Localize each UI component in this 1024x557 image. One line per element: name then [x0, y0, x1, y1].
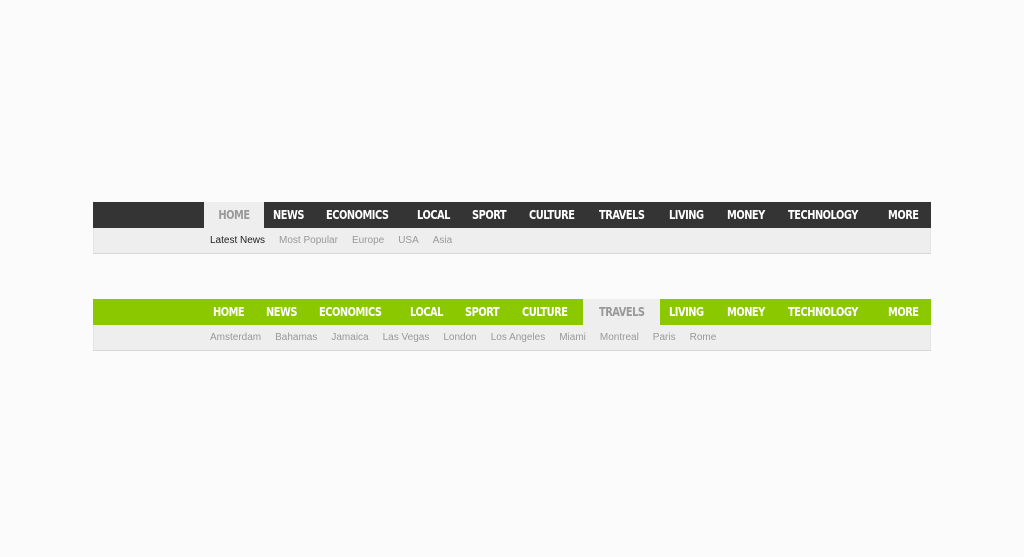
subnav-link[interactable]: Bahamas [275, 332, 317, 343]
tab-label: LIVING [669, 305, 705, 319]
tab-more[interactable]: MORE [879, 299, 928, 325]
subnav-link[interactable]: Asia [433, 235, 452, 246]
tab-label: MONEY [726, 208, 765, 222]
tab-living[interactable]: LIVING [660, 202, 713, 228]
tab-sport[interactable]: SPORT [463, 202, 515, 228]
tab-label: MORE [887, 305, 919, 319]
tab-label: TRAVELS [598, 305, 645, 319]
tab-label: TECHNOLOGY [787, 208, 858, 222]
tab-label: TECHNOLOGY [787, 305, 858, 319]
tab-label: LOCAL [416, 208, 450, 222]
tab-label: SPORT [472, 208, 507, 222]
tab-economics[interactable]: ECONOMICS [317, 202, 397, 228]
subnav-link[interactable]: Montreal [600, 332, 639, 343]
tab-label: ECONOMICS [318, 305, 382, 319]
tab-sport[interactable]: SPORT [456, 299, 508, 325]
subnav-link[interactable]: Los Angeles [491, 332, 546, 343]
subnav-link[interactable]: Miami [559, 332, 586, 343]
tab-label: CULTURE [521, 305, 568, 319]
tab-label: SPORT [465, 305, 500, 319]
subnav-link[interactable]: London [443, 332, 476, 343]
subnav-link[interactable]: USA [398, 235, 419, 246]
tab-travels[interactable]: TRAVELS [582, 299, 661, 325]
subnav-link[interactable]: Most Popular [279, 235, 338, 246]
tab-news[interactable]: NEWS [257, 299, 306, 325]
tab-news[interactable]: NEWS [264, 202, 313, 228]
subnav-link[interactable]: Las Vegas [383, 332, 430, 343]
main-nav-bar: HOME NEWS ECONOMICS LOCAL SPORT CULTURE TRAVEL… [93, 202, 931, 228]
main-nav-bar: HOME NEWS ECONOMICS LOCAL SPORT CULTURE TRAVEL… [93, 299, 931, 325]
tab-label: NEWS [273, 208, 304, 222]
tab-money[interactable]: MONEY [718, 299, 774, 325]
tab-money[interactable]: MONEY [718, 202, 774, 228]
tab-more[interactable]: MORE [879, 202, 928, 228]
tab-label: LOCAL [409, 305, 443, 319]
tab-technology[interactable]: TECHNOLOGY [779, 202, 867, 228]
subnav-link[interactable]: Rome [690, 332, 717, 343]
tab-label: MORE [887, 208, 919, 222]
tab-living[interactable]: LIVING [660, 299, 713, 325]
tab-label: TRAVELS [598, 208, 645, 222]
subnav-link[interactable]: Amsterdam [210, 332, 261, 343]
subnav-link[interactable]: Paris [653, 332, 676, 343]
sub-nav-bar: Amsterdam Bahamas Jamaica Las Vegas London Lo… [93, 325, 931, 351]
tab-home[interactable]: HOME [204, 299, 253, 325]
tab-culture[interactable]: CULTURE [513, 299, 576, 325]
tab-economics[interactable]: ECONOMICS [310, 299, 390, 325]
tab-label: MONEY [726, 305, 765, 319]
subnav-link[interactable]: Jamaica [331, 332, 368, 343]
subnav-link[interactable]: Latest News [210, 235, 265, 246]
sub-nav-bar: Latest News Most Popular Europe USA Asia [93, 228, 931, 254]
tab-local[interactable]: LOCAL [401, 299, 452, 325]
green-nav-menu: HOME NEWS ECONOMICS LOCAL SPORT CULTURE TRAVEL… [93, 299, 931, 351]
subnav-link[interactable]: Europe [352, 235, 384, 246]
tab-culture[interactable]: CULTURE [520, 202, 583, 228]
tab-label: ECONOMICS [325, 208, 389, 222]
tab-label: CULTURE [528, 208, 575, 222]
dark-nav-menu: HOME NEWS ECONOMICS LOCAL SPORT CULTURE TRAVEL… [93, 202, 931, 254]
tab-technology[interactable]: TECHNOLOGY [779, 299, 867, 325]
tab-label: HOME [213, 305, 245, 319]
tab-label: HOME [218, 208, 250, 222]
tab-home[interactable]: HOME [204, 202, 264, 228]
tab-travels[interactable]: TRAVELS [590, 202, 654, 228]
tab-label: NEWS [266, 305, 297, 319]
tab-label: LIVING [669, 208, 705, 222]
tab-local[interactable]: LOCAL [408, 202, 459, 228]
